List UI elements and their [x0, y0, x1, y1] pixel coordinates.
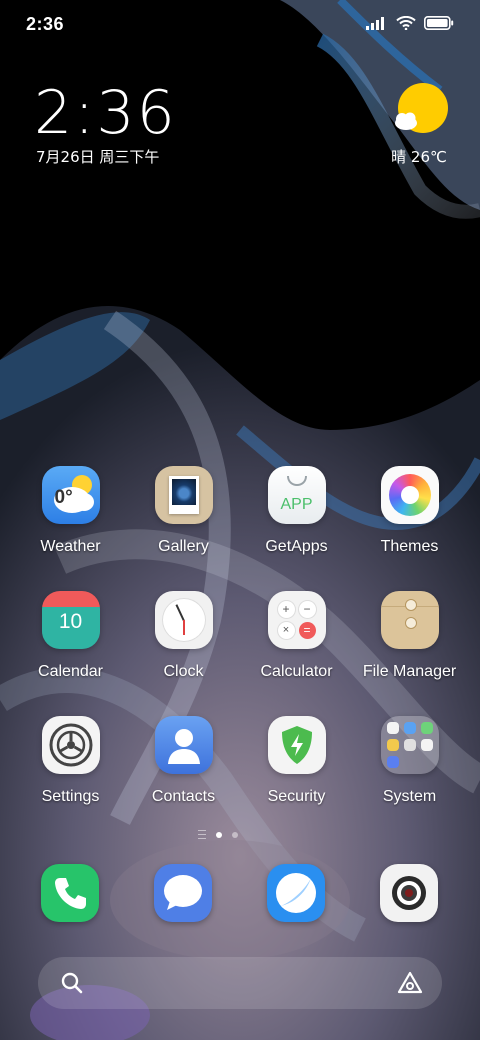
app-settings[interactable]: Settings	[14, 716, 127, 806]
getapps-icon: APP	[267, 466, 326, 524]
clock-widget-time[interactable]: 2:36	[34, 78, 177, 148]
themes-icon	[380, 466, 439, 524]
search-bar[interactable]	[38, 957, 442, 1009]
app-label: Gallery	[158, 538, 209, 555]
app-file-manager[interactable]: File Manager	[353, 591, 466, 681]
app-label: System	[382, 788, 437, 805]
gallery-icon	[154, 466, 213, 524]
sun-cloud-icon	[395, 83, 448, 133]
calendar-icon-day: 10	[58, 610, 83, 633]
app-contacts[interactable]: Contacts	[127, 716, 240, 806]
weather-text: 晴 26℃	[391, 148, 447, 166]
app-label: Security	[267, 788, 326, 805]
file-manager-icon	[380, 591, 439, 649]
app-label: File Manager	[362, 663, 457, 680]
signal-icon	[366, 17, 384, 30]
getapps-icon-text: APP	[280, 496, 313, 513]
app-security[interactable]: Security	[240, 716, 353, 806]
folder-icon	[380, 716, 439, 774]
status-bar: 2:36	[0, 0, 480, 50]
app-label: Calendar	[38, 663, 103, 680]
app-system-folder[interactable]: System	[353, 716, 466, 806]
app-label: Calculator	[260, 663, 333, 680]
camera-icon	[392, 876, 426, 910]
weather-widget[interactable]: 晴 26℃	[384, 82, 454, 167]
weather-icon-temp: 0°	[54, 487, 73, 508]
wifi-icon	[396, 16, 416, 30]
page-indicator	[198, 830, 238, 839]
status-time: 2:36	[26, 14, 65, 34]
calculator-icon: + − × =	[267, 591, 326, 649]
dock-camera[interactable]	[380, 864, 438, 922]
search-icon[interactable]	[61, 972, 83, 994]
dock-phone[interactable]	[41, 864, 99, 922]
calendar-icon: 10	[41, 591, 100, 649]
app-weather[interactable]: 0° Weather	[14, 466, 127, 556]
browser-icon	[276, 873, 316, 913]
phone-icon	[55, 878, 86, 909]
settings-icon	[41, 716, 100, 774]
app-list-indicator[interactable]	[198, 830, 206, 839]
app-gallery[interactable]: Gallery	[127, 466, 240, 556]
page-dot[interactable]	[232, 831, 238, 838]
app-label: Themes	[380, 538, 439, 555]
app-themes[interactable]: Themes	[353, 466, 466, 556]
page-dot-active[interactable]	[216, 831, 222, 838]
app-calendar[interactable]: 10 Calendar	[14, 591, 127, 681]
dock-messages[interactable]	[154, 864, 212, 922]
messages-icon	[164, 875, 202, 910]
weather-icon: 0°	[41, 466, 100, 524]
contacts-icon	[154, 716, 213, 774]
app-label: Clock	[163, 663, 204, 680]
dock-browser[interactable]	[267, 864, 325, 922]
security-icon	[267, 716, 326, 774]
app-calculator[interactable]: + − × = Calculator	[240, 591, 353, 681]
app-label: Weather	[40, 538, 101, 555]
app-label: Contacts	[151, 788, 216, 805]
app-label: GetApps	[265, 538, 328, 555]
app-clock[interactable]: Clock	[127, 591, 240, 681]
app-getapps[interactable]: APP GetApps	[240, 466, 353, 556]
app-label: Settings	[41, 788, 100, 805]
clock-icon	[154, 591, 213, 649]
assistant-icon[interactable]	[396, 971, 424, 995]
clock-widget-date: 7月26日 周三下午	[36, 148, 160, 166]
battery-icon	[424, 16, 454, 30]
